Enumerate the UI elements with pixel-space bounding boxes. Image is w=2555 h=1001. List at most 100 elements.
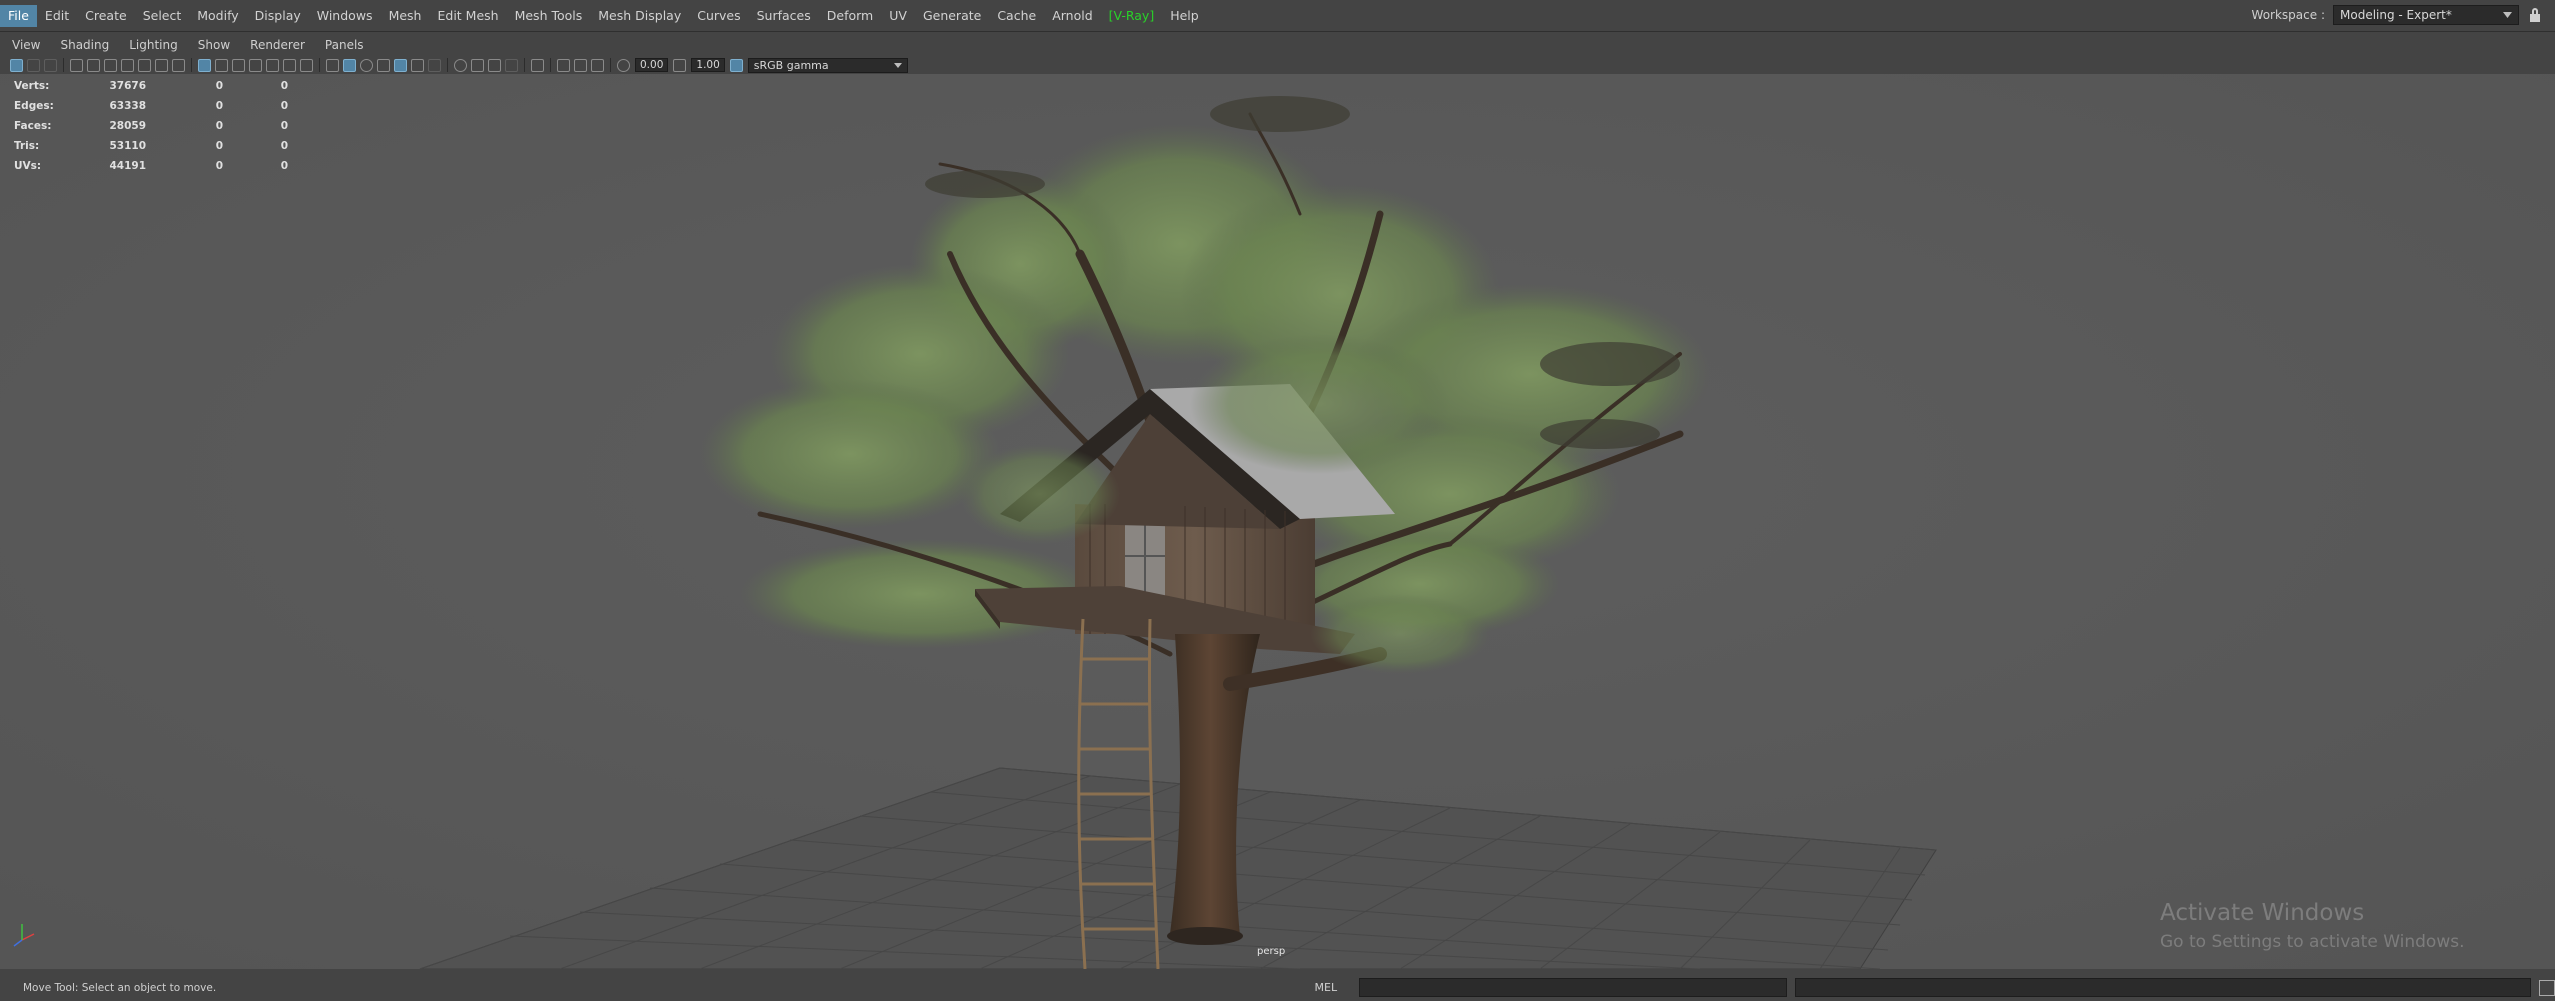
xray-active-icon[interactable] [574, 58, 587, 72]
bookmarks-icon[interactable] [44, 58, 57, 72]
watermark-subtitle: Go to Settings to activate Windows. [2160, 932, 2465, 952]
menu-cache[interactable]: Cache [989, 5, 1044, 27]
hud-value: 0 [215, 80, 223, 92]
two-d-pan-zoom-icon[interactable] [87, 58, 100, 72]
select-camera-icon[interactable] [10, 58, 23, 72]
isolate-select-icon[interactable] [531, 58, 544, 72]
camera-attributes-icon[interactable] [27, 58, 40, 72]
menu-edit-mesh[interactable]: Edit Mesh [429, 5, 506, 27]
menu-create[interactable]: Create [77, 5, 135, 27]
toolbar-separator [63, 58, 64, 72]
menu-uv[interactable]: UV [881, 5, 915, 27]
safe-action-icon[interactable] [283, 58, 296, 72]
screen-space-ao-icon[interactable] [454, 58, 467, 72]
hud-label: UVs: [14, 160, 42, 172]
workspace-label: Workspace : [2251, 8, 2325, 22]
hud-value: 0 [215, 120, 223, 132]
default-material-icon[interactable] [360, 58, 373, 72]
image-plane-icon[interactable] [70, 58, 83, 72]
menu-mesh-tools[interactable]: Mesh Tools [507, 5, 591, 27]
panel-menu-show[interactable]: Show [188, 38, 240, 52]
chevron-down-icon [893, 62, 902, 68]
menu-display[interactable]: Display [247, 5, 309, 27]
gamma-field[interactable]: 1.00 [691, 58, 725, 72]
film-gate-icon[interactable] [215, 58, 228, 72]
hud-value: 0 [280, 100, 288, 112]
safe-title-icon[interactable] [300, 58, 313, 72]
panel-menu-panels[interactable]: Panels [315, 38, 374, 52]
use-all-lights-icon[interactable] [411, 58, 424, 72]
toolbar-separator [524, 58, 525, 72]
menu-edit[interactable]: Edit [37, 5, 77, 27]
menu-surfaces[interactable]: Surfaces [749, 5, 819, 27]
command-input-field[interactable] [1358, 978, 1787, 997]
menu-generate[interactable]: Generate [915, 5, 989, 27]
anti-aliasing-icon[interactable] [488, 58, 501, 72]
panel-menu-view[interactable]: View [0, 38, 50, 52]
script-editor-icon[interactable] [2539, 979, 2555, 996]
motion-blur-icon[interactable] [471, 58, 484, 72]
menu-modify[interactable]: Modify [189, 5, 246, 27]
menu-mesh[interactable]: Mesh [381, 5, 430, 27]
resolution-gate-icon[interactable] [232, 58, 245, 72]
hud-value: 0 [280, 160, 288, 172]
workspace-dropdown[interactable]: Modeling - Expert* [2333, 5, 2519, 25]
menu-deform[interactable]: Deform [819, 5, 881, 27]
hud-value: 0 [280, 120, 288, 132]
panel-menu-lighting[interactable]: Lighting [119, 38, 188, 52]
lock-icon[interactable] [2529, 8, 2541, 22]
menu-curves[interactable]: Curves [689, 5, 748, 27]
toolbar-separator [610, 58, 611, 72]
menu-vray[interactable]: [V-Ray] [1101, 5, 1163, 27]
textured-icon[interactable] [394, 58, 407, 72]
menu-mesh-display[interactable]: Mesh Display [590, 5, 689, 27]
hud-label: Verts: [14, 80, 50, 92]
gamma-icon[interactable] [673, 58, 687, 72]
hud-label: Edges: [14, 100, 54, 112]
view-transform-dropdown[interactable]: sRGB gamma [747, 57, 908, 73]
grid-icon[interactable] [198, 58, 211, 72]
hud-row-tris: Tris: 53110 0 0 [14, 136, 288, 156]
xray-joints-icon[interactable] [591, 58, 604, 72]
exposure-icon[interactable] [617, 58, 630, 72]
poly-count-hud: Verts: 37676 0 0 Edges: 63338 0 0 Faces:… [14, 76, 288, 176]
depth-of-field-icon[interactable] [505, 58, 518, 72]
menu-select[interactable]: Select [135, 5, 190, 27]
hud-value: 0 [215, 160, 223, 172]
menu-windows[interactable]: Windows [309, 5, 381, 27]
grease-pencil-icon[interactable] [104, 58, 117, 72]
hud-value: 53110 [109, 140, 146, 152]
persp-viewport[interactable]: Verts: 37676 0 0 Edges: 63338 0 0 Faces:… [0, 74, 2555, 969]
chevron-down-icon [2503, 12, 2512, 18]
smooth-shade-icon[interactable] [343, 58, 356, 72]
hud-value: 63338 [109, 100, 146, 112]
hud-value: 0 [215, 140, 223, 152]
bookmark-icon[interactable] [121, 58, 134, 72]
toolbar-separator [191, 58, 192, 72]
grid-snap-icon[interactable] [138, 58, 151, 72]
hud-value: 44191 [109, 160, 146, 172]
workspace-value: Modeling - Expert* [2340, 8, 2452, 22]
shadows-icon[interactable] [428, 58, 441, 72]
hud-label: Faces: [14, 120, 52, 132]
pencil-icon[interactable] [172, 58, 185, 72]
panel-menubar: View Shading Lighting Show Renderer Pane… [0, 33, 2555, 57]
script-language-toggle[interactable]: MEL [1301, 981, 1351, 994]
camera-tools-icon[interactable] [155, 58, 168, 72]
watermark-title: Activate Windows [2160, 900, 2365, 926]
menu-help[interactable]: Help [1162, 5, 1207, 27]
hud-row-verts: Verts: 37676 0 0 [14, 76, 288, 96]
exposure-field[interactable]: 0.00 [635, 58, 669, 72]
panel-toolbar: 0.00 1.00 sRGB gamma [0, 56, 2555, 74]
gate-mask-icon[interactable] [249, 58, 262, 72]
wireframe-icon[interactable] [326, 58, 339, 72]
panel-menu-renderer[interactable]: Renderer [240, 38, 315, 52]
color-management-icon[interactable] [729, 58, 743, 72]
menu-file[interactable]: File [0, 4, 37, 27]
xray-icon[interactable] [557, 58, 570, 72]
wireframe-on-shaded-icon[interactable] [377, 58, 390, 72]
panel-menu-shading[interactable]: Shading [50, 38, 119, 52]
field-chart-icon[interactable] [266, 58, 279, 72]
menu-arnold[interactable]: Arnold [1044, 5, 1100, 27]
command-result-field [1794, 978, 2532, 997]
